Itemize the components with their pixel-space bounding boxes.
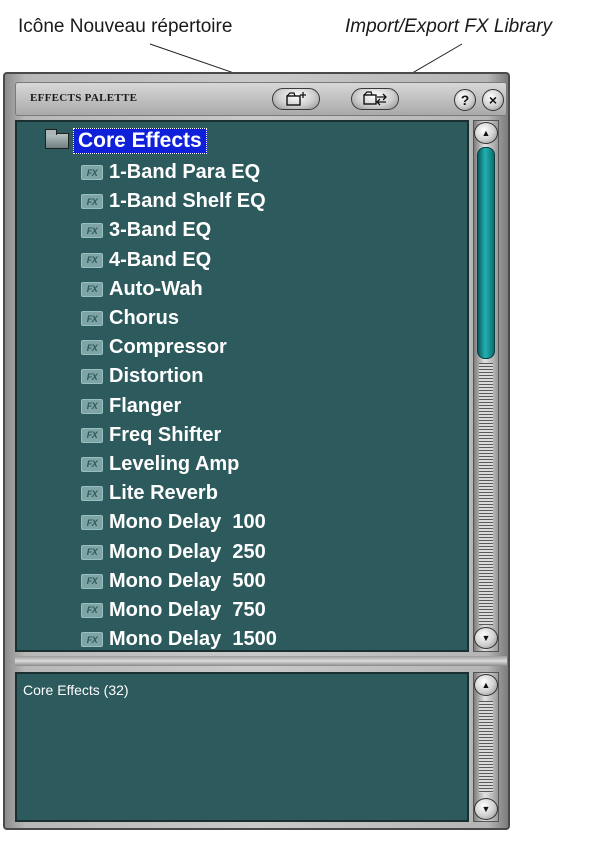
fx-icon: FX — [81, 194, 103, 210]
effect-item-label: Distortion — [109, 365, 204, 388]
effect-item-label: Mono Delay 750 — [109, 598, 266, 621]
effect-item[interactable]: FX Flanger — [81, 392, 277, 421]
effect-item[interactable]: FX Leveling Amp — [81, 450, 277, 479]
effect-item-label: Mono Delay 100 — [109, 511, 266, 534]
fx-icon: FX — [81, 632, 103, 648]
effect-item-label: Compressor — [109, 336, 227, 359]
effect-item[interactable]: FX Compressor — [81, 333, 277, 362]
core-effects-folder-row[interactable]: Core Effects — [45, 128, 207, 154]
info-text: Core Effects (32) — [23, 682, 129, 698]
fx-icon: FX — [81, 311, 103, 327]
effect-item[interactable]: FX Mono Delay 100 — [81, 508, 277, 537]
info-scroll-down-arrow-icon[interactable]: ▼ — [474, 798, 498, 820]
effect-item-label: Mono Delay 250 — [109, 540, 266, 563]
effect-item-label: 1-Band Para EQ — [109, 161, 261, 184]
fx-icon: FX — [81, 515, 103, 531]
fx-icon: FX — [81, 456, 103, 472]
help-button[interactable]: ? — [454, 89, 476, 111]
effect-item[interactable]: FX Mono Delay 750 — [81, 596, 277, 625]
scroll-down-arrow-icon[interactable]: ▼ — [474, 627, 498, 649]
scroll-track[interactable] — [479, 363, 493, 625]
close-button[interactable]: × — [482, 89, 504, 111]
fx-icon: FX — [81, 573, 103, 589]
effect-item[interactable]: FX 1-Band Shelf EQ — [81, 187, 277, 216]
fx-icon: FX — [81, 602, 103, 618]
effect-item[interactable]: FX Freq Shifter — [81, 421, 277, 450]
effect-item-label: Lite Reverb — [109, 482, 218, 505]
effects-list: FX 1-Band Para EQ FX 1-Band Shelf EQ FX 3-Ban… — [81, 158, 277, 651]
effects-tree-pane[interactable]: Core Effects FX 1-Band Para EQ FX 1-Band Sh… — [15, 120, 469, 652]
effect-item-label: Chorus — [109, 307, 179, 330]
scroll-thumb[interactable] — [477, 147, 495, 359]
effects-palette-window: EFFECTS PALETTE ? × Core Effects FX 1-Ban… — [3, 72, 510, 830]
info-scroll-track[interactable] — [479, 701, 493, 793]
import-export-icon — [363, 91, 387, 106]
effect-item-label: Flanger — [109, 394, 182, 417]
info-scroll-up-arrow-icon[interactable]: ▲ — [474, 674, 498, 696]
effect-item[interactable]: FX 3-Band EQ — [81, 216, 277, 245]
effect-item[interactable]: FX Chorus — [81, 304, 277, 333]
palette-titlebar: EFFECTS PALETTE ? × — [15, 82, 507, 116]
pane-splitter[interactable] — [15, 656, 507, 666]
effect-item[interactable]: FX 1-Band Para EQ — [81, 158, 277, 187]
new-folder-icon — [286, 92, 306, 106]
folder-icon — [45, 129, 69, 149]
fx-icon: FX — [81, 486, 103, 502]
fx-icon: FX — [81, 398, 103, 414]
effect-item[interactable]: FX Mono Delay 250 — [81, 537, 277, 566]
import-export-button[interactable] — [351, 88, 399, 110]
fx-icon: FX — [81, 544, 103, 560]
effect-item[interactable]: FX Lite Reverb — [81, 479, 277, 508]
effect-item[interactable]: FX 4-Band EQ — [81, 246, 277, 275]
effect-item-label: Auto-Wah — [109, 277, 203, 300]
info-scrollbar[interactable]: ▲ ▼ — [473, 672, 499, 822]
effect-item-label: Freq Shifter — [109, 423, 222, 446]
effect-item-label: 4-Band EQ — [109, 248, 212, 271]
tree-scrollbar[interactable]: ▲ ▼ — [473, 120, 499, 652]
effect-item-label: Leveling Amp — [109, 452, 240, 475]
fx-icon: FX — [81, 427, 103, 443]
palette-title: EFFECTS PALETTE — [30, 92, 138, 104]
effect-item-label: 3-Band EQ — [109, 219, 212, 242]
fx-icon: FX — [81, 223, 103, 239]
effect-item-label: Mono Delay 1500 — [109, 628, 277, 651]
new-folder-button[interactable] — [272, 88, 320, 110]
effect-item[interactable]: FX Auto-Wah — [81, 275, 277, 304]
fx-icon: FX — [81, 165, 103, 181]
core-effects-folder-label[interactable]: Core Effects — [73, 128, 207, 154]
fx-icon: FX — [81, 340, 103, 356]
effect-item-label: Mono Delay 500 — [109, 569, 266, 592]
info-pane: Core Effects (32) — [15, 672, 469, 822]
fx-icon: FX — [81, 281, 103, 297]
effect-item[interactable]: FX Mono Delay 500 — [81, 567, 277, 596]
effect-item[interactable]: FX Distortion — [81, 362, 277, 391]
fx-icon: FX — [81, 252, 103, 268]
effect-item[interactable]: FX Mono Delay 1500 — [81, 625, 277, 651]
fx-icon: FX — [81, 369, 103, 385]
effect-item-label: 1-Band Shelf EQ — [109, 190, 266, 213]
scroll-up-arrow-icon[interactable]: ▲ — [474, 122, 498, 144]
